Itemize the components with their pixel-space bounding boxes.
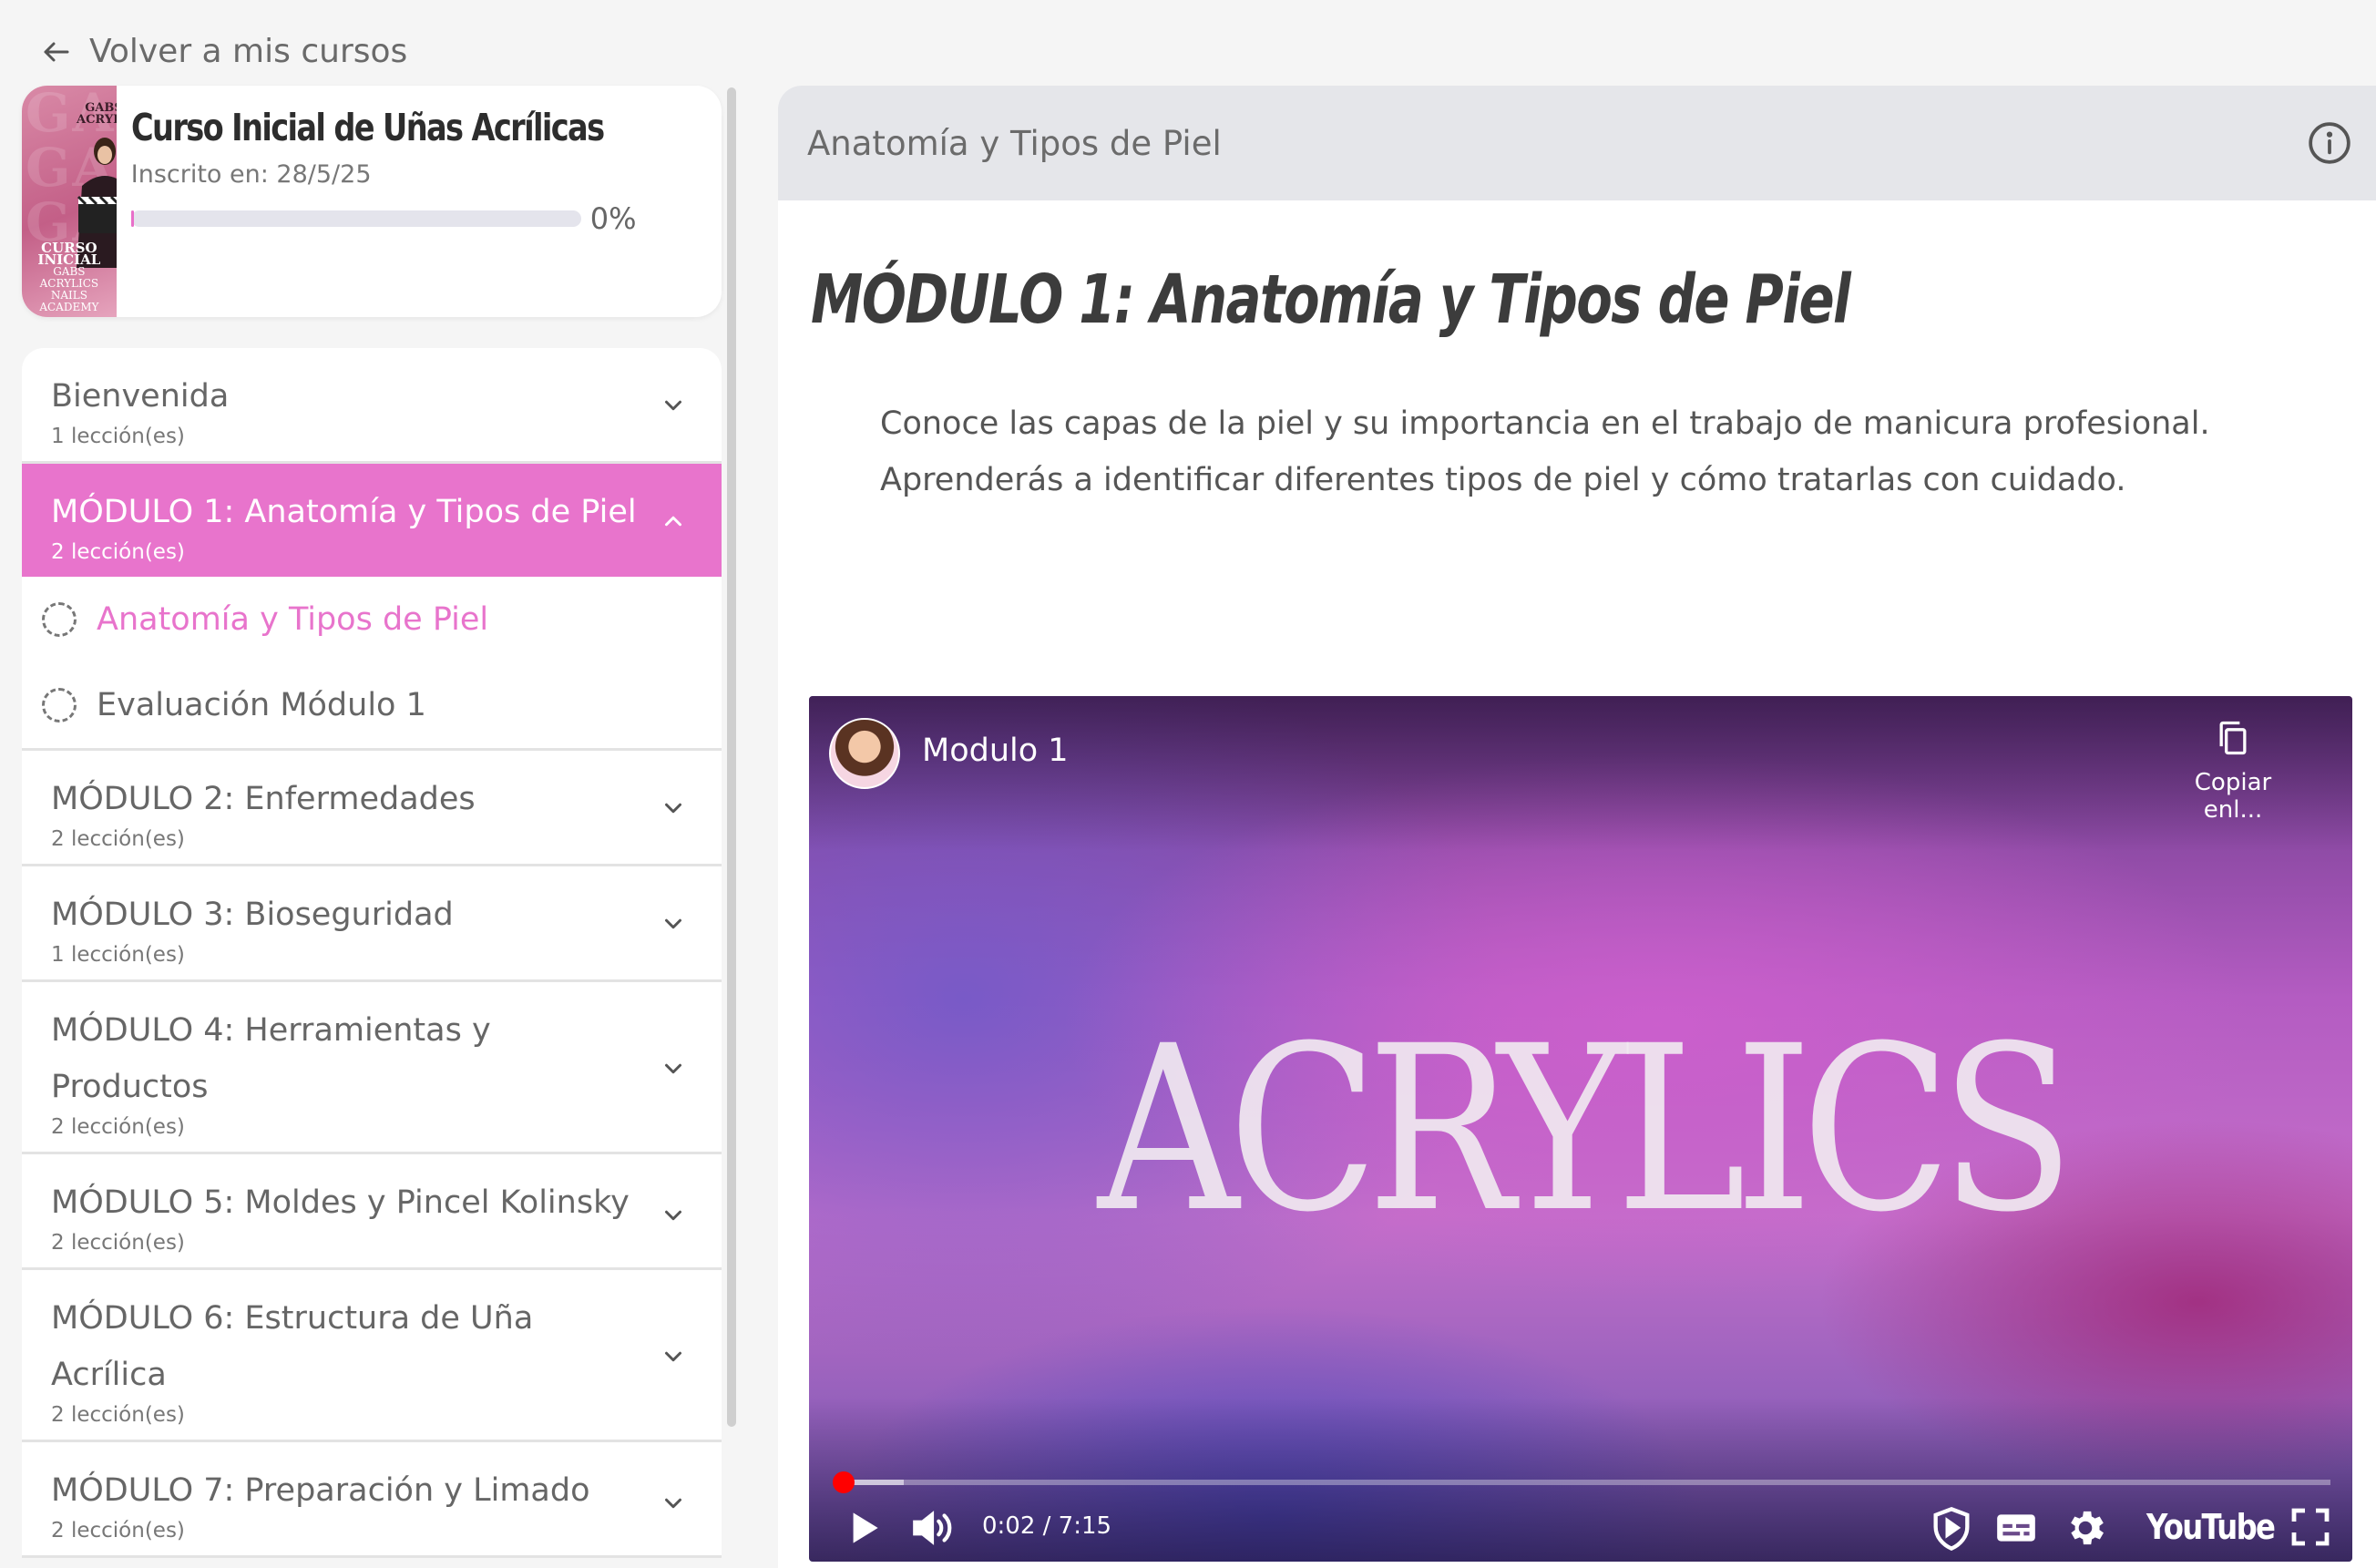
- module-title: MÓDULO 5: Moldes y Pincel Kolinsky: [51, 1184, 630, 1221]
- info-icon[interactable]: [2307, 120, 2352, 166]
- chevron-down-icon: [665, 1210, 681, 1221]
- video-seek-bar[interactable]: [833, 1471, 2330, 1493]
- progress-percent: 0%: [589, 201, 637, 236]
- enrollment-date: Inscrito en: 28/5/25: [130, 160, 372, 189]
- module-lesson-count: 1 lección(es): [51, 943, 185, 967]
- chevron-up-icon: [665, 516, 681, 527]
- module-lesson-count: 2 lección(es): [51, 827, 185, 851]
- lesson-content-panel: Anatomía y Tipos de Piel MÓDULO 1: Anato…: [778, 86, 2376, 1568]
- module-lesson-count: 2 lección(es): [51, 1231, 185, 1255]
- play-button[interactable]: [840, 1505, 886, 1551]
- back-link-label: Volver a mis cursos: [89, 33, 408, 70]
- lesson-item-current[interactable]: Anatomía y Tipos de Piel: [22, 577, 722, 662]
- module-title: MÓDULO 2: Enfermedades: [51, 781, 476, 817]
- course-title: Curso Inicial de Uñas Acrílicas: [130, 106, 605, 149]
- chevron-down-icon: [665, 400, 681, 411]
- lesson-item[interactable]: Evaluación Módulo 1: [22, 662, 722, 748]
- module-item[interactable]: Bienvenida 1 lección(es): [22, 348, 722, 464]
- copy-link-label: Copiar enl...: [2194, 769, 2272, 824]
- lesson-title: Evaluación Módulo 1: [97, 687, 426, 723]
- thumbnail-caption-line: CURSO INICIAL: [37, 240, 101, 268]
- course-info: Curso Inicial de Uñas Acrílicas Inscrito…: [117, 86, 722, 317]
- module-lesson-count: 1 lección(es): [51, 425, 185, 448]
- module-item[interactable]: MÓDULO 4: Herramientas y Productos 2 lec…: [22, 982, 722, 1154]
- arrow-left-icon: [44, 42, 69, 61]
- thumbnail-caption-line: NAILS ACADEMY: [39, 289, 99, 313]
- module-item[interactable]: MÓDULO 3: Bioseguridad 1 lección(es): [22, 866, 722, 982]
- module-item[interactable]: MÓDULO 6: Estructura de Uña Acrílica 2 l…: [22, 1270, 722, 1442]
- course-progress: 0%: [130, 201, 707, 236]
- sidebar-scrollbar[interactable]: [727, 87, 736, 1427]
- video-title[interactable]: Modulo 1: [922, 733, 1069, 769]
- thumbnail-caption: CURSO INICIAL GABS ACRYLICS NAILS ACADEM…: [29, 240, 109, 313]
- thumbnail-caption-line: GABS ACRYLICS: [39, 265, 99, 290]
- course-thumbnail: GABS GABS GABS GABS ACRYLICS CURSO INICI…: [22, 86, 117, 317]
- subtitles-icon: [1997, 1514, 2035, 1542]
- gear-icon: [2071, 1511, 2104, 1545]
- module-title: MÓDULO 1: Anatomía y Tipos de Piel: [51, 494, 637, 530]
- module-title: MÓDULO 7: Preparación y Limado: [51, 1472, 590, 1509]
- fullscreen-icon: [2291, 1508, 2330, 1546]
- lesson-header: Anatomía y Tipos de Piel: [778, 86, 2376, 200]
- youtube-logo[interactable]: YouTube: [2146, 1507, 2276, 1547]
- progress-bar: [130, 210, 581, 227]
- video-top-gradient: [809, 696, 2352, 851]
- module-heading: MÓDULO 1: Anatomía y Tipos de Piel: [811, 261, 1851, 339]
- chevron-down-icon: [665, 1351, 681, 1362]
- module-item-active[interactable]: MÓDULO 1: Anatomía y Tipos de Piel 2 lec…: [22, 464, 722, 577]
- play-icon: [853, 1512, 878, 1543]
- module-item[interactable]: MÓDULO 5: Moldes y Pincel Kolinsky 2 lec…: [22, 1154, 722, 1270]
- video-time: 0:02 / 7:15: [982, 1512, 1112, 1540]
- module-lesson-count: 2 lección(es): [51, 1115, 185, 1139]
- thumbnail-logo: GABS ACRYLICS: [77, 101, 117, 127]
- lesson-title: Anatomía y Tipos de Piel: [97, 601, 489, 638]
- lesson-description: Conoce las capas de la piel y su importa…: [880, 405, 2210, 498]
- chevron-down-icon: [665, 1498, 681, 1509]
- video-player[interactable]: ACRYLICS Modulo 1 Copiar enl... 0:02 / 7…: [809, 696, 2352, 1562]
- subtitles-button[interactable]: [1993, 1505, 2039, 1551]
- module-lesson-count: 2 lección(es): [51, 1519, 185, 1542]
- module-title: Bienvenida: [51, 378, 230, 415]
- module-title: MÓDULO 3: Bioseguridad: [51, 897, 454, 933]
- volume-button[interactable]: [909, 1505, 955, 1551]
- page-root: Volver a mis cursos GABS GABS GABS GABS …: [0, 0, 2376, 1568]
- lesson-list: Anatomía y Tipos de Piel Evaluación Módu…: [22, 577, 722, 751]
- shield-play-icon: [1933, 1507, 1970, 1552]
- video-frame-text: ACRYLICS: [1097, 997, 2074, 1262]
- module-list: Bienvenida 1 lección(es) MÓDULO 1: Anato…: [22, 348, 722, 1558]
- dashed-circle-icon: [42, 602, 77, 637]
- module-item[interactable]: MÓDULO 7: Preparación y Limado 2 lección…: [22, 1442, 722, 1558]
- module-lesson-count: 2 lección(es): [51, 1403, 185, 1427]
- chevron-down-icon: [665, 1063, 681, 1074]
- module-title: MÓDULO 6: Estructura de Uña Acrílica: [51, 1300, 534, 1393]
- module-item[interactable]: MÓDULO 2: Enfermedades 2 lección(es): [22, 751, 722, 866]
- privacy-button[interactable]: [1928, 1505, 1975, 1553]
- module-title: MÓDULO 4: Herramientas y Productos: [51, 1012, 491, 1105]
- fullscreen-button[interactable]: [2289, 1505, 2332, 1549]
- progress-bar-fill: [130, 210, 134, 227]
- dashed-circle-icon: [42, 688, 77, 723]
- settings-button[interactable]: [2063, 1505, 2108, 1551]
- chevron-down-icon: [665, 803, 681, 814]
- seek-handle[interactable]: [833, 1471, 855, 1493]
- module-lesson-count: 2 lección(es): [51, 540, 185, 564]
- volume-icon: [913, 1511, 952, 1545]
- back-to-courses-link[interactable]: Volver a mis cursos: [40, 33, 407, 70]
- chevron-down-icon: [665, 918, 681, 929]
- copy-icon: [2219, 721, 2247, 755]
- course-card: GABS GABS GABS GABS ACRYLICS CURSO INICI…: [22, 86, 722, 317]
- copy-link-button[interactable]: Copiar enl...: [2165, 718, 2301, 824]
- channel-avatar[interactable]: [829, 718, 900, 789]
- lesson-header-title: Anatomía y Tipos de Piel: [807, 123, 1222, 163]
